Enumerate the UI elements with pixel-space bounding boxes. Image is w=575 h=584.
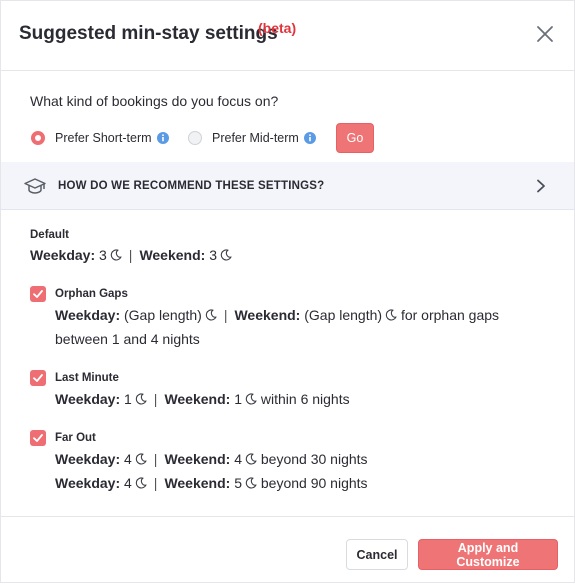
far-out-title: Far Out [55, 432, 96, 444]
apply-customize-button[interactable]: Apply and Customize [418, 539, 558, 570]
modal-title: Suggested min-stay settings [19, 23, 278, 44]
last-minute-checkbox[interactable] [30, 370, 46, 386]
weekend-value: 3 [209, 247, 217, 263]
moon-icon [245, 453, 257, 465]
default-title: Default [30, 229, 69, 241]
moon-icon [135, 453, 147, 465]
far-out-suffix: beyond 90 nights [260, 475, 368, 491]
orphan-gaps-checkbox[interactable] [30, 286, 46, 302]
moon-icon [220, 249, 232, 261]
moon-icon [385, 309, 397, 321]
moon-icon [135, 393, 147, 405]
radio-mid-term[interactable] [188, 131, 202, 145]
weekend-label: Weekend: [164, 391, 231, 407]
weekday-value: 4 [124, 475, 132, 491]
check-icon [33, 290, 43, 298]
weekend-value: 5 [234, 475, 242, 491]
last-minute-title: Last Minute [55, 372, 119, 384]
far-out-checkbox[interactable] [30, 430, 46, 446]
radio-short-term[interactable] [31, 131, 45, 145]
info-icon[interactable] [157, 132, 169, 144]
weekend-value: 4 [234, 451, 242, 467]
weekend-value: 1 [234, 391, 242, 407]
chevron-right-icon [537, 179, 545, 193]
beta-badge: (beta) [258, 20, 297, 36]
separator: | [223, 307, 228, 323]
separator: | [153, 391, 158, 407]
recommend-settings-accordion[interactable]: HOW DO WE RECOMMEND THESE SETTINGS? [1, 162, 574, 210]
radio-mid-term-label[interactable]: Prefer Mid-term [212, 131, 299, 145]
separator: | [153, 475, 158, 491]
go-button[interactable]: Go [336, 123, 374, 153]
check-icon [33, 434, 43, 442]
weekday-label: Weekday: [55, 451, 121, 467]
orphan-gaps-suffix: for orphan gaps [400, 307, 500, 323]
weekday-value: (Gap length) [124, 307, 202, 323]
far-out-values-1: Weekday: 4 | Weekend: 4 beyond 30 nights [55, 450, 368, 468]
separator: | [128, 247, 133, 263]
modal-footer: Cancel Apply and Customize [1, 516, 574, 584]
far-out-values-2: Weekday: 4 | Weekend: 5 beyond 90 nights [55, 474, 368, 492]
info-icon[interactable] [304, 132, 316, 144]
weekday-value: 4 [124, 451, 132, 467]
weekend-label: Weekend: [164, 451, 231, 467]
weekday-value: 3 [99, 247, 107, 263]
weekday-label: Weekday: [55, 391, 121, 407]
weekday-label: Weekday: [30, 247, 96, 263]
moon-icon [245, 393, 257, 405]
moon-icon [245, 477, 257, 489]
recommend-label: HOW DO WE RECOMMEND THESE SETTINGS? [58, 180, 325, 192]
weekday-value: 1 [124, 391, 132, 407]
weekend-value: (Gap length) [304, 307, 383, 323]
far-out-suffix: beyond 30 nights [260, 451, 368, 467]
radio-short-term-label[interactable]: Prefer Short-term [55, 131, 152, 145]
modal-header: Suggested min-stay settings (beta) [1, 1, 574, 71]
focus-question: What kind of bookings do you focus on? [30, 93, 279, 109]
default-values: Weekday: 3 | Weekend: 3 [30, 246, 232, 264]
orphan-gaps-title: Orphan Gaps [55, 288, 128, 300]
weekday-label: Weekday: [55, 475, 121, 491]
orphan-gaps-range: between 1 and 4 nights [55, 331, 200, 347]
moon-icon [135, 477, 147, 489]
orphan-gaps-values: Weekday: (Gap length) | Weekend: (Gap leng… [55, 306, 499, 324]
moon-icon [205, 309, 217, 321]
min-stay-settings-modal: Suggested min-stay settings (beta) What … [0, 0, 575, 583]
last-minute-suffix: within 6 nights [260, 391, 350, 407]
focus-radio-group: Prefer Short-term Prefer Mid-term Go [30, 123, 550, 153]
weekend-label: Weekend: [234, 307, 301, 323]
separator: | [153, 451, 158, 467]
weekend-label: Weekend: [139, 247, 206, 263]
weekend-label: Weekend: [164, 475, 231, 491]
cancel-button[interactable]: Cancel [346, 539, 408, 570]
close-icon[interactable] [534, 23, 556, 45]
check-icon [33, 374, 43, 382]
graduation-cap-icon [24, 178, 46, 194]
moon-icon [110, 249, 122, 261]
weekday-label: Weekday: [55, 307, 121, 323]
last-minute-values: Weekday: 1 | Weekend: 1 within 6 nights [55, 390, 350, 408]
